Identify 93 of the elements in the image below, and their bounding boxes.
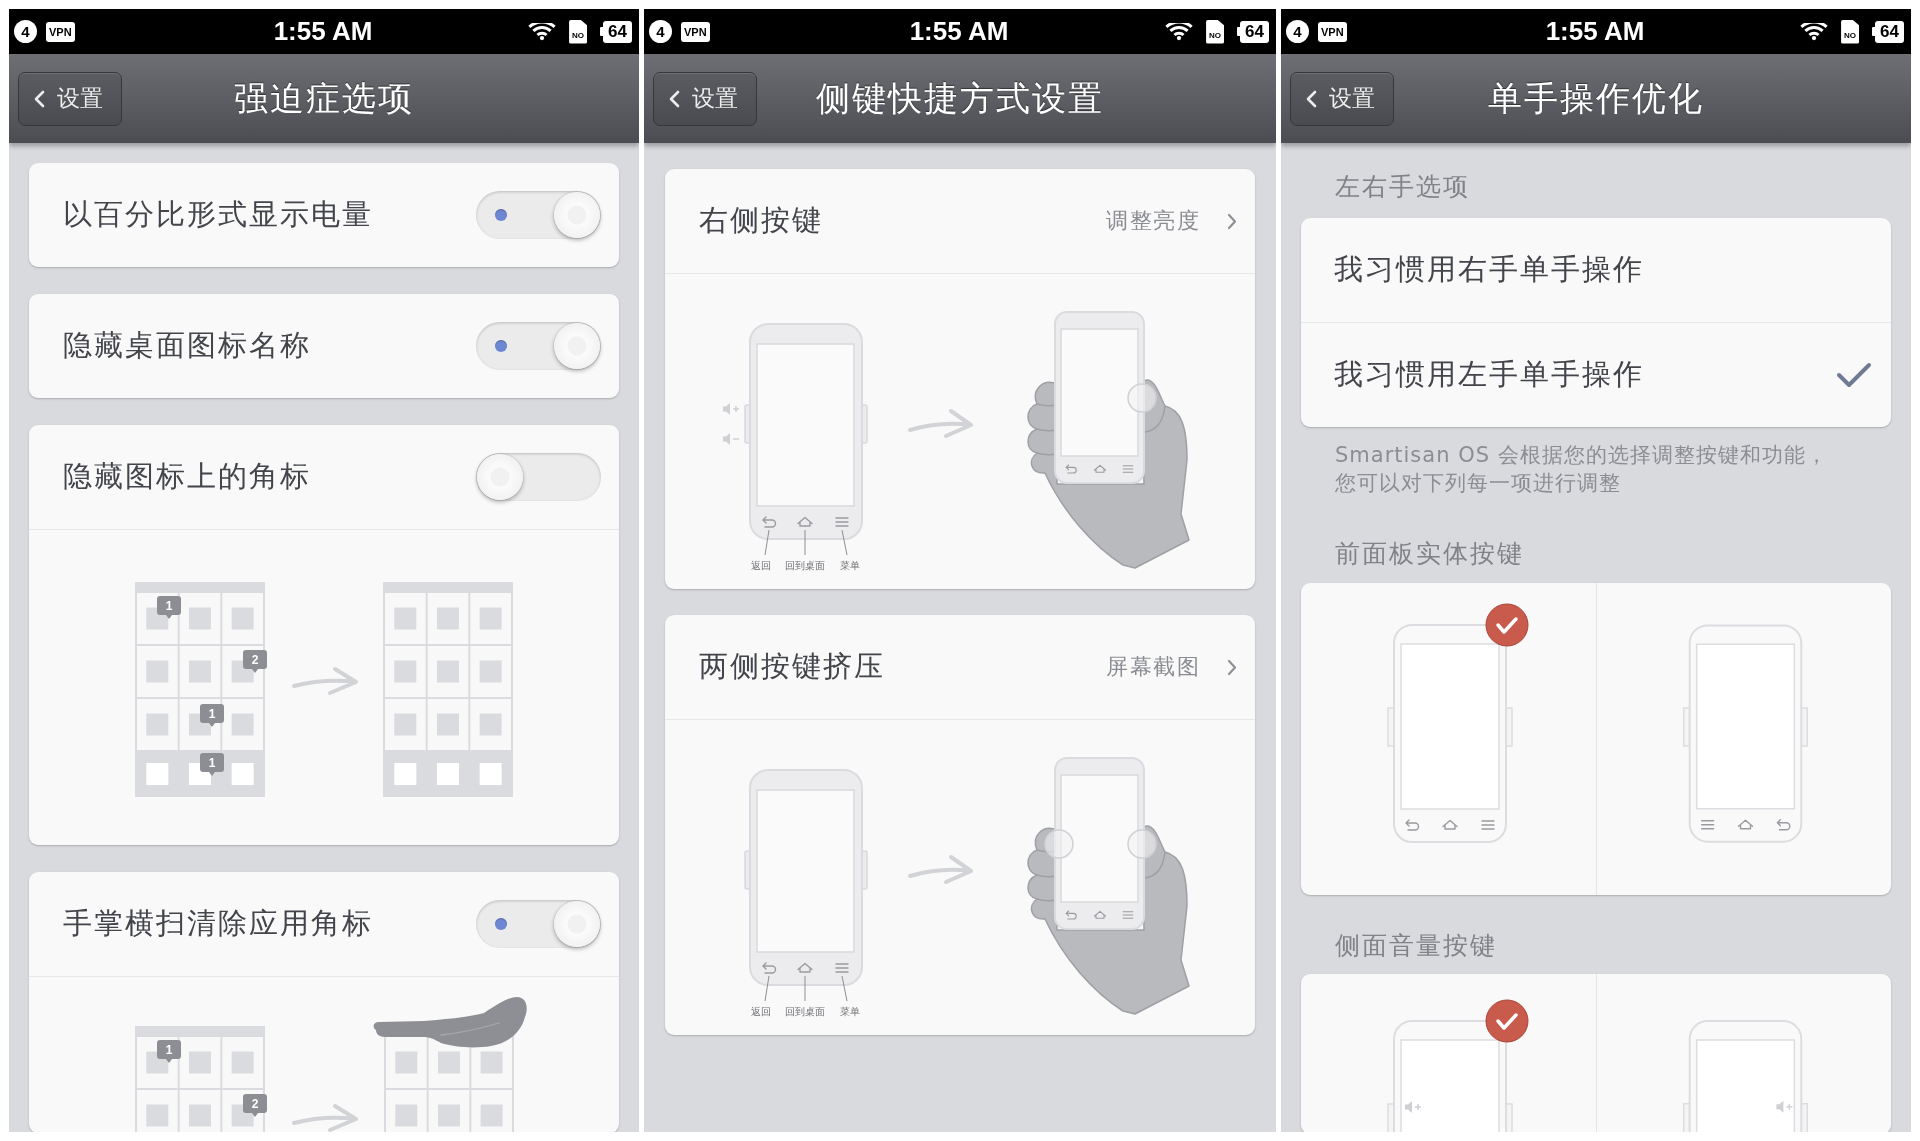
curved-arrow-icon [908,409,973,438]
home-icon [797,516,813,527]
toggle-switch[interactable] [476,900,601,948]
shortcut-row[interactable]: 右侧按键 调整亮度 [665,169,1255,273]
check-badge-icon [1485,603,1529,647]
chevron-right-icon [1227,658,1237,676]
press-point-icon [1044,829,1074,859]
shortcut-label: 两侧按键挤压 [699,648,886,685]
setting-label: 手掌横扫清除应用角标 [63,905,374,942]
leader-line [841,529,848,556]
chevron-left-icon [34,89,45,108]
section-note: Smartisan OS 会根据您的选择调整按键和功能，您可以对下列每一项进行调整 [1335,442,1829,497]
key-label: 菜单 [840,1006,860,1017]
chevron-left-icon [669,89,680,108]
option-row[interactable]: 我习惯用右手单手操作 [1301,218,1891,322]
toggle-switch[interactable] [476,191,601,239]
battery-indicator: 64 [1237,20,1269,43]
menu-icon [835,963,849,973]
home-icon [797,962,813,973]
press-point-icon [1127,829,1157,859]
key-label: 返回 [751,1006,771,1017]
section-title: 前面板实体按键 [1335,538,1524,570]
back-button[interactable]: 设置 [653,71,757,126]
screen-title: 强迫症选项 [234,76,414,120]
back-icon [762,516,777,528]
screen-title: 侧键快捷方式设置 [816,76,1104,120]
vpn-indicator: VPN [46,21,75,42]
back-icon [1405,819,1420,831]
sim-card-indicator: NO [1206,19,1225,44]
leader-line [764,975,770,1002]
battery-indicator: 64 [1872,20,1904,43]
battery-indicator: 64 [600,20,632,43]
status-time: 1:55 AM [1545,16,1645,47]
vpn-indicator: VPN [681,21,710,42]
toggle-switch[interactable] [476,453,601,501]
key-label: 回到桌面 [785,1006,825,1017]
volume-up-icon [1776,1100,1794,1113]
key-label: 回到桌面 [785,560,825,571]
section-title: 左右手选项 [1335,171,1470,203]
shortcut-label: 右侧按键 [699,202,824,239]
curved-arrow-icon [292,1104,358,1132]
volume-down-icon [723,433,740,445]
sim-card-indicator: NO [569,19,588,44]
leader-line [804,529,806,556]
volume-up-icon [1405,1101,1422,1113]
home-icon [1093,464,1107,473]
screen-title: 单手操作优化 [1488,76,1704,120]
key-label: 菜单 [840,560,860,571]
wifi-icon [1165,22,1194,41]
setting-label: 隐藏桌面图标名称 [63,327,312,364]
press-point-icon [1127,383,1157,413]
vpn-indicator: VPN [1318,21,1347,42]
back-icon [1065,910,1077,920]
menu-icon [835,517,849,527]
section-title: 侧面音量按键 [1335,930,1497,962]
menu-icon [1122,465,1134,473]
leader-line [764,529,770,556]
wifi-icon [1800,22,1829,41]
status-time: 1:55 AM [909,16,1009,47]
home-icon [1442,819,1458,830]
back-icon [1776,819,1791,831]
check-badge-icon [1485,999,1529,1043]
key-label: 返回 [751,560,771,571]
option-row[interactable]: 我习惯用左手单手操作 [1301,322,1891,427]
leader-line [841,975,848,1002]
back-icon [762,962,777,974]
shortcut-row[interactable]: 两侧按键挤压 屏幕截图 [665,615,1255,719]
curved-arrow-icon [292,667,358,695]
leader-line [804,975,806,1002]
toggle-switch[interactable] [476,322,601,370]
setting-label: 隐藏图标上的角标 [63,458,312,495]
back-button[interactable]: 设置 [1290,71,1394,126]
menu-icon [1122,911,1134,919]
chevron-right-icon [1227,212,1237,230]
menu-icon [1481,820,1495,830]
sim-card-indicator: NO [1841,19,1860,44]
status-time: 1:55 AM [273,16,373,47]
notification-count: 4 [649,20,672,43]
check-icon [1836,362,1872,388]
notification-count: 4 [14,20,37,43]
chevron-left-icon [1306,89,1317,108]
menu-icon [1700,820,1715,830]
back-icon [1065,464,1077,474]
home-icon [1737,819,1754,830]
shortcut-value: 调整亮度 [1106,207,1200,235]
curved-arrow-icon [908,855,973,884]
home-icon [1093,910,1107,919]
notification-count: 4 [1286,20,1309,43]
setting-label: 以百分比形式显示电量 [63,196,374,233]
shortcut-value: 屏幕截图 [1106,653,1200,681]
back-button[interactable]: 设置 [18,71,122,126]
volume-up-icon [723,403,740,415]
wifi-icon [528,22,557,41]
